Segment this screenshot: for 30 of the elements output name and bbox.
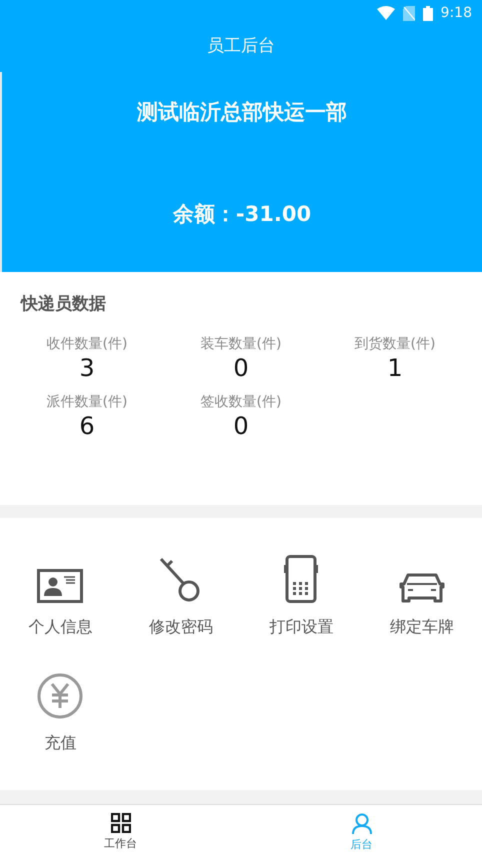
section-title: 快递员数据 xyxy=(19,293,106,315)
battery-icon xyxy=(422,6,433,20)
stat-label: 签收数量(件) xyxy=(200,393,282,411)
no-sim-icon xyxy=(402,6,415,20)
stat-label: 装车数量(件) xyxy=(200,335,282,353)
menu-label[interactable]: 绑定车牌 xyxy=(390,617,454,638)
balance-text: 余额：-31.00 xyxy=(172,201,312,228)
stat-label: 派件数量(件) xyxy=(46,393,128,411)
menu-label[interactable]: 修改密码 xyxy=(148,617,213,638)
company-name: 测试临沂总部快运一部 xyxy=(137,99,347,126)
grid-icon xyxy=(110,813,130,833)
page-title: 员工后台 xyxy=(207,35,275,57)
yuan-icon[interactable] xyxy=(37,673,84,719)
stat-value: 6 xyxy=(79,411,95,441)
status-time: 9:18 xyxy=(440,5,472,21)
stat-value: 1 xyxy=(387,353,403,383)
car-icon[interactable] xyxy=(398,571,445,603)
stat-value: 0 xyxy=(233,411,249,441)
menu-label[interactable]: 充值 xyxy=(44,733,76,754)
stat-value: 3 xyxy=(79,353,95,383)
tab-item[interactable]: 工作台 xyxy=(0,805,241,858)
stat-value: 0 xyxy=(233,353,249,383)
stat-label: 到货数量(件) xyxy=(354,335,436,353)
person-icon xyxy=(352,813,372,834)
menu-label[interactable]: 打印设置 xyxy=(269,617,334,638)
wifi-icon xyxy=(376,6,395,20)
stat-label: 收件数量(件) xyxy=(46,335,128,353)
id-card-icon[interactable] xyxy=(37,569,84,603)
menu-label[interactable]: 个人信息 xyxy=(28,617,92,638)
handheld-device-icon[interactable] xyxy=(284,555,318,603)
